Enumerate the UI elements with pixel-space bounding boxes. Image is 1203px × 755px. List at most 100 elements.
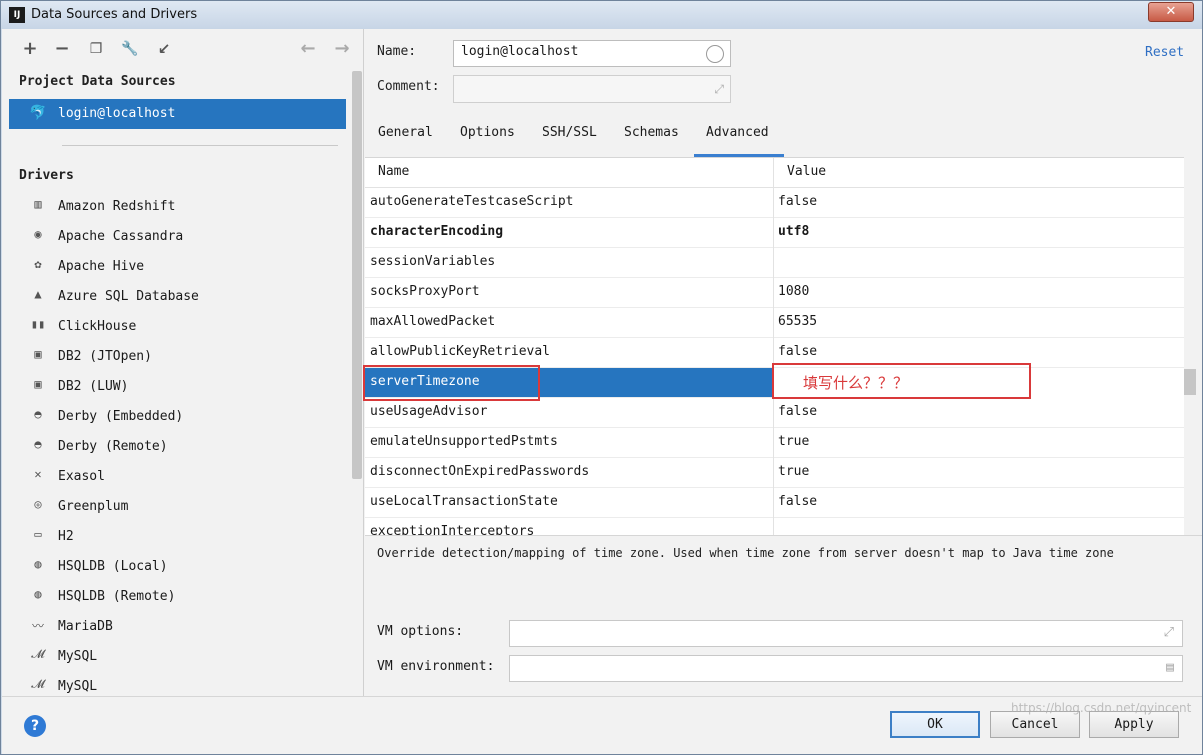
property-value[interactable]: 1080: [778, 284, 809, 299]
column-header-name[interactable]: Name: [378, 164, 409, 179]
driver-label: ClickHouse: [58, 319, 137, 334]
driver-item[interactable]: ▲ Azure SQL Database: [24, 284, 344, 310]
property-value[interactable]: false: [778, 494, 817, 509]
driver-label: H2: [58, 529, 74, 544]
hsqldb-icon: ◍: [34, 587, 42, 601]
h2-icon: ▭: [34, 527, 42, 541]
reset-link[interactable]: Reset: [1145, 45, 1184, 60]
ok-button[interactable]: OK: [890, 711, 980, 738]
tab-options[interactable]: Options: [460, 125, 515, 157]
mysql-dolphin-icon: 𝓜: [31, 677, 45, 691]
help-icon[interactable]: ?: [24, 715, 46, 737]
exasol-x-icon: ✕: [34, 467, 42, 481]
table-row[interactable]: disconnectOnExpiredPasswords true: [365, 458, 1184, 488]
close-button[interactable]: ✕: [1148, 2, 1194, 22]
property-name: sessionVariables: [370, 254, 496, 269]
tab-advanced[interactable]: Advanced: [694, 125, 784, 157]
table-scrollbar-thumb[interactable]: [1184, 369, 1196, 395]
driver-label: MySQL: [58, 679, 98, 694]
property-value[interactable]: false: [778, 344, 817, 359]
vm-options-field[interactable]: ⤢: [509, 620, 1183, 647]
driver-item[interactable]: ◎ Greenplum: [24, 494, 344, 520]
driver-label: Azure SQL Database: [58, 289, 199, 304]
add-icon[interactable]: +: [20, 39, 40, 59]
mysql-dolphin-icon: 𝓜: [31, 647, 45, 661]
right-panel: Name: login@localhost Reset Comment: ⤢ G…: [363, 29, 1202, 696]
driver-item[interactable]: 𝓜 MySQL: [24, 644, 344, 670]
tab-schemas[interactable]: Schemas: [624, 125, 679, 157]
driver-item[interactable]: 〰 MariaDB: [24, 614, 344, 640]
forward-arrow-icon[interactable]: →: [332, 39, 352, 59]
driver-item[interactable]: ▮▮ ClickHouse: [24, 314, 344, 340]
driver-item[interactable]: ▣ DB2 (JTOpen): [24, 344, 344, 370]
expand-icon[interactable]: ⤢: [1164, 625, 1174, 640]
driver-label: Derby (Remote): [58, 439, 168, 454]
driver-item[interactable]: ◍ HSQLDB (Remote): [24, 584, 344, 610]
data-source-login-localhost[interactable]: 🐬 login@localhost: [9, 99, 346, 129]
intellij-app-icon: IJ: [9, 7, 25, 23]
property-value[interactable]: 65535: [778, 314, 817, 329]
table-row[interactable]: emulateUnsupportedPstmts true: [365, 428, 1184, 458]
name-field[interactable]: login@localhost: [453, 40, 731, 67]
property-value[interactable]: true: [778, 434, 809, 449]
back-arrow-icon[interactable]: ←: [298, 39, 318, 59]
driver-item[interactable]: ✿ Apache Hive: [24, 254, 344, 280]
property-value[interactable]: false: [778, 404, 817, 419]
clickhouse-bars-icon: ▮▮: [30, 317, 46, 331]
table-header: Name Value: [365, 158, 1184, 188]
make-global-icon[interactable]: ↙: [154, 39, 174, 59]
title-bar[interactable]: IJ Data Sources and Drivers ✕: [1, 1, 1202, 29]
azure-icon: ▲: [34, 287, 42, 301]
duplicate-icon[interactable]: ❐: [86, 39, 106, 59]
drivers-title: Drivers: [19, 168, 74, 183]
table-row[interactable]: maxAllowedPacket 65535: [365, 308, 1184, 338]
driver-label: Apache Cassandra: [58, 229, 184, 244]
property-value[interactable]: true: [778, 464, 809, 479]
ibm-db2-icon: ▣: [34, 347, 42, 361]
table-row[interactable]: characterEncoding utf8: [365, 218, 1184, 248]
driver-item[interactable]: ▭ H2: [24, 524, 344, 550]
remove-icon[interactable]: −: [52, 39, 72, 59]
mariadb-seal-icon: 〰: [31, 619, 44, 633]
driver-item[interactable]: ▣ DB2 (LUW): [24, 374, 344, 400]
driver-item[interactable]: ◉ Apache Cassandra: [24, 224, 344, 250]
driver-item[interactable]: ◍ HSQLDB (Local): [24, 554, 344, 580]
table-row[interactable]: socksProxyPort 1080: [365, 278, 1184, 308]
table-row[interactable]: exceptionInterceptors: [365, 518, 1184, 535]
property-value[interactable]: utf8: [778, 224, 809, 239]
wrench-icon[interactable]: 🔧: [120, 39, 140, 59]
left-scrollbar[interactable]: [352, 71, 362, 479]
derby-hat-icon: ◓: [34, 437, 42, 451]
color-circle-icon[interactable]: [706, 45, 724, 63]
driver-item[interactable]: ◓ Derby (Remote): [24, 434, 344, 460]
comment-label: Comment:: [377, 79, 440, 94]
document-icon[interactable]: ▤: [1166, 660, 1174, 675]
description-text: Override detection/mapping of time zone.…: [377, 546, 1114, 560]
tab-general[interactable]: General: [378, 125, 433, 157]
driver-label: HSQLDB (Local): [58, 559, 168, 574]
data-source-label: login@localhost: [58, 106, 176, 121]
table-row[interactable]: autoGenerateTestcaseScript false: [365, 188, 1184, 218]
driver-item[interactable]: ◓ Derby (Embedded): [24, 404, 344, 430]
vm-environment-field[interactable]: ▤: [509, 655, 1183, 682]
watermark: https://blog.csdn.net/qyincent: [1011, 701, 1192, 715]
annotation-box-name: [363, 365, 540, 401]
table-scrollbar-track[interactable]: [1184, 157, 1202, 535]
table-row[interactable]: useLocalTransactionState false: [365, 488, 1184, 518]
annotation-text: 填写什么？？？: [803, 374, 909, 392]
cancel-button[interactable]: Cancel: [990, 711, 1080, 738]
tab-ssh-ssl[interactable]: SSH/SSL: [542, 125, 597, 157]
cassandra-eye-icon: ◉: [34, 227, 42, 241]
apply-button[interactable]: Apply: [1089, 711, 1179, 738]
driver-item[interactable]: ✕ Exasol: [24, 464, 344, 490]
column-header-value[interactable]: Value: [787, 164, 826, 179]
table-row[interactable]: useUsageAdvisor false: [365, 398, 1184, 428]
driver-item[interactable]: ▥ Amazon Redshift: [24, 194, 344, 220]
expand-icon[interactable]: ⤢: [714, 82, 724, 97]
advanced-properties-table: Name Value autoGenerateTestcaseScript fal…: [365, 157, 1184, 535]
vm-environment-label: VM environment:: [377, 659, 495, 674]
comment-field[interactable]: ⤢: [453, 75, 731, 103]
table-row[interactable]: sessionVariables: [365, 248, 1184, 278]
driver-label: Apache Hive: [58, 259, 145, 274]
property-value[interactable]: false: [778, 194, 817, 209]
